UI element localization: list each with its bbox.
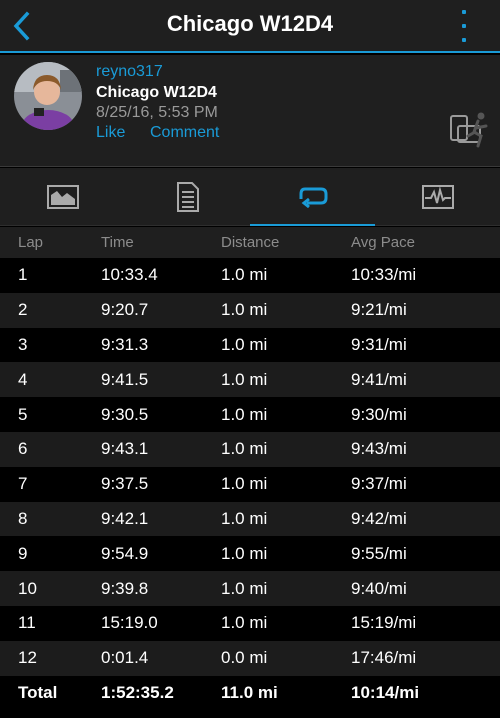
lap-distance: 1.0 mi bbox=[221, 543, 268, 563]
table-row[interactable]: 11 15:19.0 1.0 mi 15:19/mi bbox=[0, 606, 500, 641]
lap-number: 3 bbox=[18, 334, 28, 354]
lap-distance: 1.0 mi bbox=[221, 334, 268, 354]
lap-distance: 1.0 mi bbox=[221, 404, 268, 424]
lap-distance: 1.0 mi bbox=[221, 508, 268, 528]
lap-distance: 0.0 mi bbox=[221, 648, 268, 668]
lap-time: 10:33.4 bbox=[101, 265, 158, 285]
lap-distance: 1.0 mi bbox=[221, 265, 268, 285]
lap-distance: 1.0 mi bbox=[221, 578, 268, 598]
lap-distance: 1.0 mi bbox=[221, 300, 268, 320]
lap-distance: 1.0 mi bbox=[221, 613, 268, 633]
table-row[interactable]: 2 9:20.7 1.0 mi 9:21/mi bbox=[0, 292, 500, 328]
lap-time: 9:20.7 bbox=[101, 300, 149, 320]
lap-pace: 9:30/mi bbox=[351, 404, 407, 424]
lap-pace: 9:31/mi bbox=[351, 334, 407, 354]
lap-number: 4 bbox=[18, 369, 28, 389]
lap-number: 5 bbox=[18, 404, 28, 424]
activity-info: reyno317 Chicago W12D4 8/25/16, 5:53 PM … bbox=[0, 55, 500, 167]
lap-number: 12 bbox=[18, 648, 37, 668]
lap-pace: 9:37/mi bbox=[351, 474, 407, 494]
heart-rate-icon bbox=[421, 185, 454, 209]
table-header: Lap Time Distance Avg Pace bbox=[0, 227, 500, 258]
total-pace: 10:14/mi bbox=[351, 682, 420, 702]
lap-time: 9:31.3 bbox=[101, 334, 149, 354]
activity-name: Chicago W12D4 bbox=[96, 84, 217, 101]
tab-bar bbox=[0, 168, 500, 226]
lap-number: 2 bbox=[18, 300, 28, 320]
comment-button[interactable]: Comment bbox=[150, 124, 219, 142]
top-bar: Chicago W12D4 bbox=[0, 0, 500, 53]
lap-pace: 9:21/mi bbox=[351, 300, 407, 320]
header-lap: Lap bbox=[18, 234, 44, 251]
table-total-row: Total 1:52:35.2 11.0 mi 10:14/mi bbox=[0, 676, 500, 710]
avatar-photo bbox=[14, 62, 82, 130]
lap-pace: 15:19/mi bbox=[351, 613, 417, 633]
lap-time: 9:43.1 bbox=[101, 439, 149, 459]
document-icon bbox=[176, 182, 199, 212]
device-sync-icon bbox=[448, 110, 492, 158]
table-row[interactable]: 1 10:33.4 1.0 mi 10:33/mi bbox=[0, 258, 500, 293]
lap-number: 6 bbox=[18, 439, 28, 459]
lap-pace: 9:43/mi bbox=[351, 439, 407, 459]
total-distance: 11.0 mi bbox=[221, 682, 278, 702]
lap-number: 7 bbox=[18, 474, 28, 494]
lap-pace: 9:40/mi bbox=[351, 578, 407, 598]
lap-number: 8 bbox=[18, 508, 28, 528]
chart-icon bbox=[46, 185, 79, 209]
lap-pace: 10:33/mi bbox=[351, 265, 417, 285]
like-button[interactable]: Like bbox=[96, 124, 125, 142]
tab-heart-rate[interactable] bbox=[375, 168, 500, 226]
lap-number: 1 bbox=[18, 265, 28, 285]
table-row[interactable]: 6 9:43.1 1.0 mi 9:43/mi bbox=[0, 431, 500, 467]
tab-details[interactable] bbox=[125, 168, 250, 226]
table-row[interactable]: 3 9:31.3 1.0 mi 9:31/mi bbox=[0, 328, 500, 363]
lap-number: 10 bbox=[18, 578, 37, 598]
vertical-ellipsis-icon bbox=[462, 10, 466, 14]
tab-chart[interactable] bbox=[0, 168, 125, 226]
table-row[interactable]: 9 9:54.9 1.0 mi 9:55/mi bbox=[0, 536, 500, 571]
lap-time: 15:19.0 bbox=[101, 613, 158, 633]
ellipsis-dot bbox=[462, 24, 466, 28]
header-avg-pace: Avg Pace bbox=[351, 234, 415, 251]
lap-time: 0:01.4 bbox=[101, 648, 149, 668]
table-row[interactable]: 7 9:37.5 1.0 mi 9:37/mi bbox=[0, 467, 500, 502]
table-row[interactable]: 10 9:39.8 1.0 mi 9:40/mi bbox=[0, 571, 500, 606]
header-time: Time bbox=[101, 234, 134, 251]
table-row[interactable]: 4 9:41.5 1.0 mi 9:41/mi bbox=[0, 362, 500, 398]
ellipsis-dot bbox=[462, 38, 466, 42]
lap-number: 11 bbox=[18, 613, 36, 633]
lap-pace: 9:42/mi bbox=[351, 508, 407, 528]
lap-distance: 1.0 mi bbox=[221, 439, 268, 459]
lap-number: 9 bbox=[18, 543, 28, 563]
tab-laps[interactable] bbox=[250, 168, 375, 226]
laps-table: Lap Time Distance Avg Pace 1 10:33.4 1.0… bbox=[0, 227, 500, 710]
lap-time: 9:39.8 bbox=[101, 578, 149, 598]
lap-pace: 9:41/mi bbox=[351, 369, 407, 389]
table-row[interactable]: 5 9:30.5 1.0 mi 9:30/mi bbox=[0, 397, 500, 432]
lap-time: 9:54.9 bbox=[101, 543, 149, 563]
total-time: 1:52:35.2 bbox=[101, 682, 174, 702]
lap-distance: 1.0 mi bbox=[221, 474, 268, 494]
lap-time: 9:37.5 bbox=[101, 474, 149, 494]
laps-icon bbox=[299, 187, 327, 208]
more-options-button[interactable] bbox=[454, 10, 474, 42]
page-title: Chicago W12D4 bbox=[166, 11, 334, 36]
lap-time: 9:42.1 bbox=[101, 508, 149, 528]
header-distance: Distance bbox=[221, 234, 280, 251]
lap-time: 9:41.5 bbox=[101, 369, 149, 389]
lap-pace: 17:46/mi bbox=[351, 648, 417, 668]
activity-datetime: 8/25/16, 5:53 PM bbox=[96, 104, 218, 121]
lap-pace: 9:55/mi bbox=[351, 543, 407, 563]
total-label: Total bbox=[18, 682, 58, 702]
table-row[interactable]: 12 0:01.4 0.0 mi 17:46/mi bbox=[0, 640, 500, 676]
username-link[interactable]: reyno317 bbox=[96, 63, 163, 81]
lap-time: 9:30.5 bbox=[101, 404, 149, 424]
table-row[interactable]: 8 9:42.1 1.0 mi 9:42/mi bbox=[0, 501, 500, 537]
avatar[interactable] bbox=[14, 62, 82, 130]
lap-distance: 1.0 mi bbox=[221, 369, 268, 389]
